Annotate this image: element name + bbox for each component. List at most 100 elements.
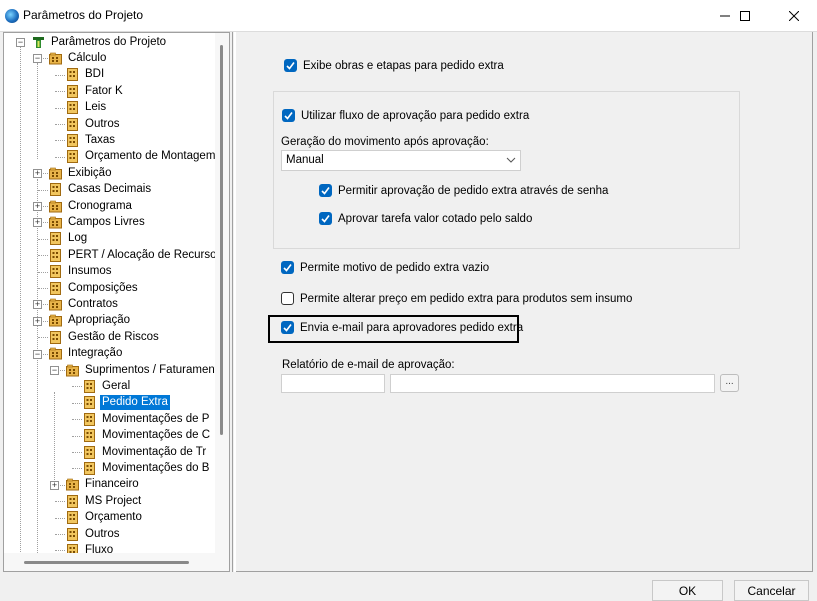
report-name-field[interactable]	[390, 374, 715, 393]
tree-node[interactable]: Taxas	[66, 132, 117, 148]
approve-task-checkbox[interactable]: Aprovar tarefa valor cotado pelo saldo	[319, 212, 532, 225]
empty-reason-label: Permite motivo de pedido extra vazio	[300, 261, 490, 274]
show-works-label: Exibe obras e etapas para pedido extra	[303, 59, 504, 72]
expand-toggle-icon[interactable]: +	[33, 316, 42, 326]
page-icon	[83, 412, 96, 426]
tree-node[interactable]: Composições	[49, 280, 140, 296]
expand-toggle-icon[interactable]: +	[33, 202, 42, 211]
tree-node[interactable]: Casas Decimais	[49, 182, 153, 198]
tree-node-label: Exibição	[68, 166, 112, 179]
collapse-toggle-icon[interactable]: −	[33, 349, 42, 359]
maximize-button[interactable]	[722, 0, 768, 31]
expand-toggle-icon[interactable]: +	[33, 300, 42, 310]
folder-icon	[49, 314, 62, 327]
collapse-toggle-icon[interactable]: −	[50, 366, 59, 375]
checkbox-box[interactable]	[281, 321, 294, 334]
tree-node[interactable]: Cálculo	[49, 50, 108, 66]
tree-node[interactable]: Financeiro	[66, 477, 141, 493]
tree-panel[interactable]: Parâmetros do Projeto − Cálculo − BDI Fator K…	[3, 32, 230, 572]
empty-reason-checkbox[interactable]: Permite motivo de pedido extra vazio	[281, 261, 489, 274]
checkbox-box[interactable]	[281, 261, 294, 274]
approval-flow-checkbox[interactable]: Utilizar fluxo de aprovação para pedido …	[282, 109, 529, 122]
tree-node[interactable]: Movimentações de C	[83, 428, 212, 444]
tree-node[interactable]: Apropriação	[49, 313, 132, 329]
tree-vertical-scroll-thumb[interactable]	[220, 45, 223, 435]
tree-node[interactable]: Suprimentos / Faturamento	[66, 362, 216, 378]
tree-node-label: Financeiro	[85, 478, 139, 491]
browse-report-button[interactable]: ...	[720, 374, 739, 392]
tree-node-label: Outros	[85, 117, 120, 130]
page-icon	[83, 396, 96, 410]
tree-guide-line	[37, 63, 38, 159]
tree-node[interactable]: Leis	[66, 100, 108, 116]
tree-connector	[55, 91, 65, 93]
checkbox-box[interactable]	[281, 292, 294, 305]
tree-node[interactable]: Movimentação de Tr	[83, 444, 208, 460]
tree-node[interactable]: Parâmetros do Projeto	[32, 34, 168, 50]
checkbox-box[interactable]	[282, 109, 295, 122]
checkbox-box[interactable]	[319, 184, 332, 197]
page-icon	[66, 150, 79, 164]
tree-node[interactable]: Pedido Extra	[83, 395, 170, 411]
settings-tree[interactable]: Parâmetros do Projeto − Cálculo − BDI Fator K…	[4, 33, 216, 571]
splitter[interactable]	[232, 32, 233, 572]
folder-icon	[66, 364, 79, 377]
tree-node[interactable]: Outros	[66, 526, 122, 542]
tree-vertical-scrollbar[interactable]	[215, 33, 229, 553]
show-works-checkbox[interactable]: Exibe obras e etapas para pedido extra	[284, 59, 504, 72]
checkbox-box[interactable]	[284, 59, 297, 72]
checkbox-box[interactable]	[319, 212, 332, 225]
check-icon	[283, 264, 292, 272]
expand-toggle-icon[interactable]: +	[50, 480, 59, 490]
tree-connector	[55, 107, 65, 109]
change-price-checkbox[interactable]: Permite alterar preço em pedido extra pa…	[281, 292, 632, 305]
tree-node[interactable]: Orçamento de Montagem	[66, 149, 216, 165]
tree-node[interactable]: Movimentações de P	[83, 411, 211, 427]
tree-node[interactable]: Outros	[66, 116, 122, 132]
tree-node-label: Pedido Extra	[100, 395, 170, 411]
tree-node[interactable]: PERT / Alocação de Recursos	[49, 247, 216, 263]
cancel-button[interactable]: Cancelar	[734, 580, 809, 601]
expand-toggle-icon[interactable]: +	[33, 169, 42, 179]
tree-node[interactable]: Insumos	[49, 264, 113, 280]
movement-select[interactable]: Manual	[281, 150, 521, 171]
collapse-toggle-icon[interactable]: −	[33, 54, 42, 64]
tree-connector	[55, 517, 65, 519]
tree-connector	[72, 468, 82, 470]
tree-node[interactable]: Movimentações do B	[83, 460, 211, 476]
report-code-field[interactable]	[281, 374, 385, 393]
tree-node[interactable]: Integração	[49, 346, 124, 362]
page-icon	[66, 84, 79, 98]
tree-node[interactable]: Campos Livres	[49, 214, 147, 230]
page-icon	[66, 117, 79, 131]
tree-node-label: BDI	[85, 68, 105, 81]
allow-password-checkbox[interactable]: Permitir aprovação de pedido extra atrav…	[319, 184, 608, 197]
tree-node[interactable]: Orçamento	[66, 510, 144, 526]
ok-button[interactable]: OK	[652, 580, 723, 601]
page-icon	[83, 429, 96, 443]
tree-node[interactable]: Fator K	[66, 83, 125, 99]
tree-node[interactable]: Cronograma	[49, 198, 134, 214]
tree-node-label: Cálculo	[68, 51, 107, 64]
tree-horizontal-scroll-thumb[interactable]	[24, 561, 189, 564]
tree-node[interactable]: Exibição	[49, 165, 113, 181]
tree-node[interactable]: BDI	[66, 67, 106, 83]
collapse-toggle-icon[interactable]: −	[16, 38, 25, 47]
tree-node[interactable]: Geral	[83, 378, 132, 394]
tree-node-label: Casas Decimais	[68, 183, 152, 196]
tree-node[interactable]: MS Project	[66, 493, 143, 509]
tree-node[interactable]: Log	[49, 231, 89, 247]
tree-connector	[55, 550, 65, 552]
change-price-label: Permite alterar preço em pedido extra pa…	[300, 292, 633, 305]
tree-horizontal-scrollbar[interactable]	[4, 553, 229, 571]
page-icon	[49, 281, 62, 295]
send-email-checkbox[interactable]: Envia e-mail para aprovadores pedido ext…	[281, 321, 523, 334]
expand-toggle-icon[interactable]: +	[33, 218, 42, 228]
title-bar: Parâmetros do Projeto	[0, 0, 817, 31]
report-label: Relatório de e-mail de aprovação:	[282, 359, 455, 371]
folder-icon	[49, 52, 62, 65]
close-button[interactable]	[771, 0, 817, 31]
folder-icon	[49, 347, 62, 360]
tree-node[interactable]: Gestão de Riscos	[49, 329, 161, 345]
tree-node[interactable]: Contratos	[49, 296, 120, 312]
